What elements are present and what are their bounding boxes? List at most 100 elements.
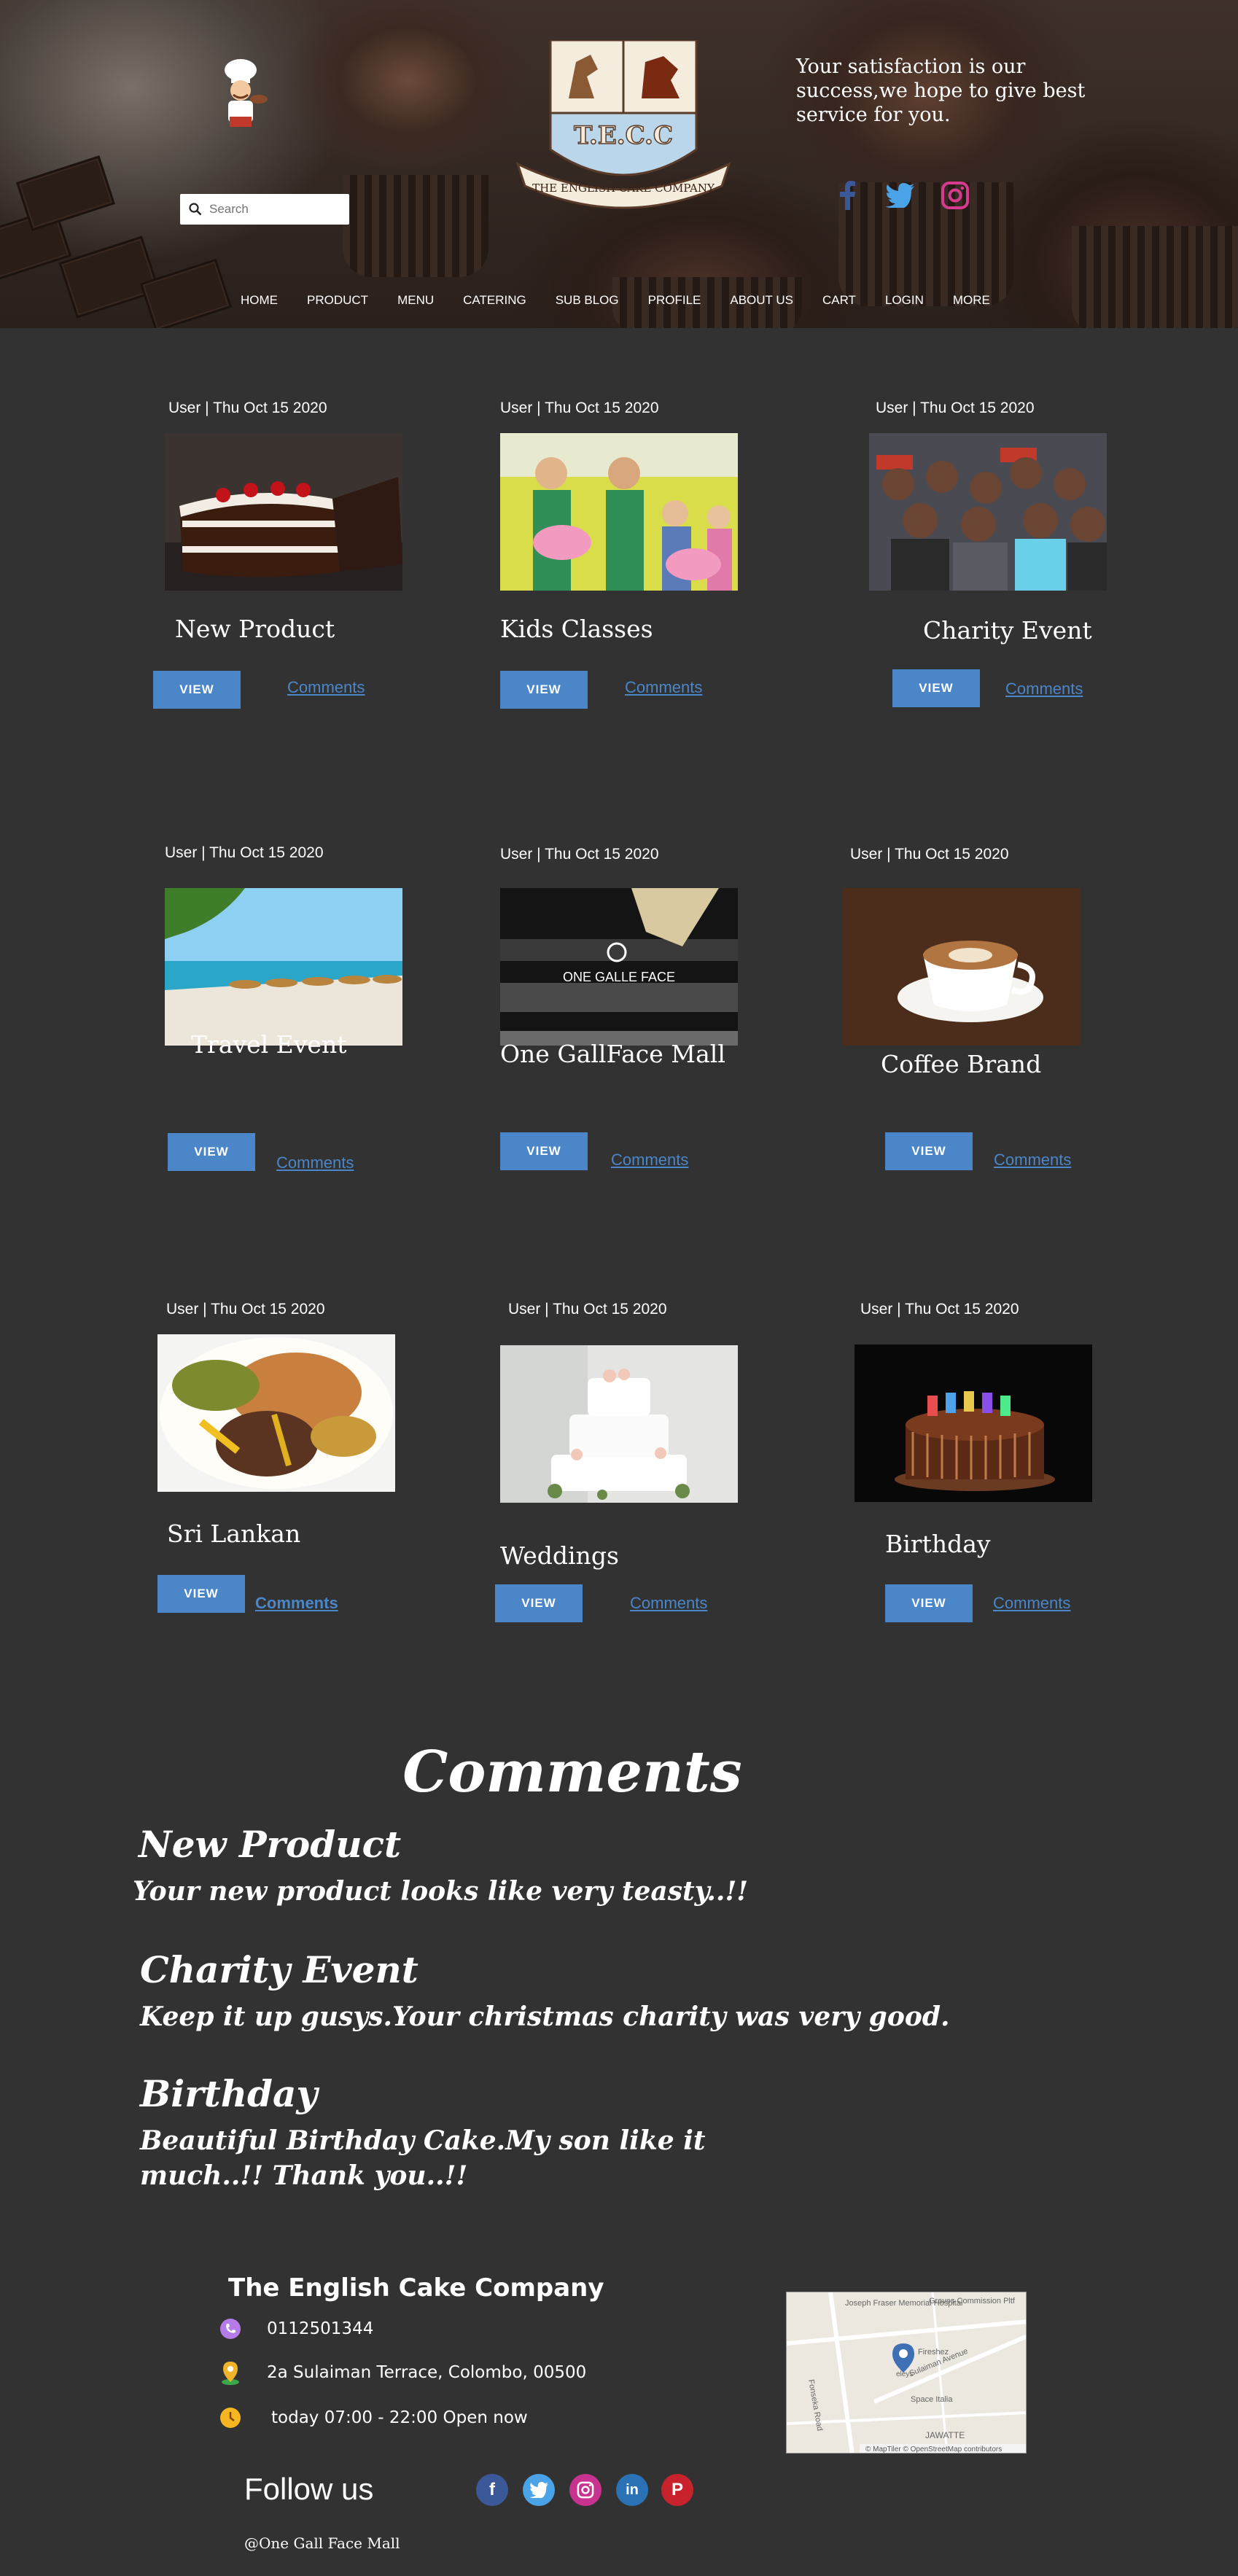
comments-link[interactable]: Comments [1005, 680, 1083, 699]
map-label: Space Italia [911, 2395, 953, 2404]
search-icon [189, 203, 202, 216]
post-title: Kids Classes [500, 615, 653, 643]
comments-link[interactable]: Comments [993, 1594, 1070, 1613]
post-meta: User | Thu Oct 15 2020 [500, 400, 659, 416]
comments-link[interactable]: Comments [630, 1594, 707, 1613]
post-card: User | Thu Oct 15 2020 Travel Event VIEW… [165, 844, 427, 1172]
post-card: User | Thu Oct 15 2020 New Product VIEW … [153, 400, 416, 720]
instagram-icon[interactable] [939, 179, 971, 211]
search-box[interactable] [180, 194, 349, 225]
view-button[interactable]: VIEW [885, 1584, 973, 1622]
address-text: 2a Sulaiman Terrace, Colombo, 00500 [267, 2363, 587, 2382]
post-image-beach[interactable] [165, 888, 402, 1046]
chocolate-bar-decoration [58, 236, 160, 319]
comments-link[interactable]: Comments [255, 1594, 338, 1613]
comment-text: Your new product looks like very teasty.… [133, 1876, 749, 1907]
post-image-mall[interactable]: ONE GALLE FACE [500, 888, 738, 1046]
post-image-rice-curry[interactable] [157, 1334, 395, 1492]
company-logo: T.E.C.C THE ENGLISH CAKE COMPANY [515, 40, 731, 209]
pinterest-icon[interactable]: P [661, 2474, 693, 2506]
post-card: User | Thu Oct 15 2020 Sri Lankan VIEW C… [157, 1301, 420, 1622]
post-card: User | Thu Oct 15 2020 Birthday VIEW Com… [854, 1301, 1117, 1622]
post-meta: User | Thu Oct 15 2020 [500, 846, 659, 863]
facebook-icon[interactable] [831, 179, 863, 211]
post-image-wedding-cake[interactable] [500, 1345, 738, 1503]
comment-title: Birthday [140, 2072, 318, 2115]
search-input[interactable] [209, 202, 340, 217]
view-button[interactable]: VIEW [153, 671, 241, 709]
map-label: Graves Commission Pltf [929, 2297, 1016, 2305]
comments-link[interactable]: Comments [276, 1153, 354, 1172]
location-map[interactable]: Joseph Fraser Memorial Hospital Graves C… [786, 2292, 1027, 2454]
comments-heading: Comments [402, 1739, 742, 1805]
view-button[interactable]: VIEW [500, 671, 588, 709]
contact-hours: today 07:00 - 22:00 Open now [219, 2406, 528, 2429]
comment-title: Charity Event [140, 1948, 418, 1991]
post-image-chocolate-cake[interactable] [165, 433, 402, 591]
post-card: User | Thu Oct 15 2020 Charity Event VIE… [869, 400, 1132, 720]
phone-number[interactable]: 0112501344 [267, 2319, 373, 2338]
phone-icon [219, 2317, 242, 2340]
post-meta: User | Thu Oct 15 2020 [168, 400, 327, 416]
post-card: User | Thu Oct 15 2020 Kids Classes VIEW… [500, 400, 763, 720]
mall-image-text: ONE GALLE FACE [563, 970, 675, 984]
post-title: Birthday [885, 1530, 991, 1558]
post-image-kids-class[interactable] [500, 433, 738, 591]
contact-phone: 0112501344 [219, 2317, 373, 2340]
twitter-icon[interactable] [884, 179, 916, 211]
chocolate-bar-decoration [16, 155, 115, 231]
contact-address: 2a Sulaiman Terrace, Colombo, 00500 [219, 2361, 587, 2385]
map-label: Fireshez [918, 2348, 949, 2357]
main-nav: HOME PRODUCT MENU CATERING SUB BLOG PROF… [241, 293, 1019, 308]
post-card: User | Thu Oct 15 2020 ONE GALLE FACE On… [500, 846, 763, 1170]
nav-cart[interactable]: CART [822, 293, 856, 308]
clock-icon [219, 2406, 242, 2429]
instagram-icon[interactable] [569, 2474, 602, 2506]
comment-text: Beautiful Birthday Cake.My son like it m… [140, 2125, 706, 2191]
post-image-coffee[interactable] [843, 888, 1081, 1046]
post-title: Charity Event [923, 616, 1092, 645]
map-attribution: © MapTiler © OpenStreetMap contributors [865, 2445, 1002, 2454]
view-button[interactable]: VIEW [500, 1132, 588, 1170]
map-label: eleys [896, 2370, 913, 2378]
nav-more[interactable]: MORE [953, 293, 990, 308]
header-banner: T.E.C.C THE ENGLISH CAKE COMPANY Your sa… [0, 0, 1238, 328]
nav-product[interactable]: PRODUCT [307, 293, 368, 308]
post-image-birthday-cake[interactable] [854, 1345, 1092, 1502]
opening-hours: today 07:00 - 22:00 Open now [271, 2408, 528, 2427]
post-meta: User | Thu Oct 15 2020 [876, 400, 1035, 416]
logo-banner-text: THE ENGLISH CAKE COMPANY [532, 182, 715, 195]
nav-about-us[interactable]: ABOUT US [730, 293, 793, 308]
facebook-icon[interactable]: f [476, 2474, 508, 2506]
follow-us-label: Follow us [244, 2472, 374, 2506]
linkedin-icon[interactable]: in [616, 2474, 648, 2506]
post-meta: User | Thu Oct 15 2020 [165, 844, 324, 861]
logo-letters: T.E.C.C [574, 121, 673, 150]
comments-link[interactable]: Comments [287, 678, 365, 697]
twitter-icon[interactable] [523, 2474, 555, 2506]
post-image-charity-group[interactable] [869, 433, 1107, 591]
comments-link[interactable]: Comments [625, 678, 702, 697]
nav-menu[interactable]: MENU [397, 293, 434, 308]
view-button[interactable]: VIEW [168, 1133, 255, 1171]
chocolate-bar-decoration [139, 258, 233, 328]
chef-icon [225, 59, 268, 127]
post-card: User | Thu Oct 15 2020 Coffee Brand VIEW… [843, 846, 1105, 1170]
nav-home[interactable]: HOME [241, 293, 278, 308]
comments-link[interactable]: Comments [994, 1151, 1071, 1170]
nav-login[interactable]: LOGIN [885, 293, 924, 308]
post-card: User | Thu Oct 15 2020 Weddings VIEW Com… [495, 1301, 763, 1622]
view-button[interactable]: VIEW [885, 1132, 973, 1170]
location-pin-icon [219, 2361, 242, 2385]
nav-sub-blog[interactable]: SUB BLOG [556, 293, 619, 308]
nav-catering[interactable]: CATERING [463, 293, 526, 308]
view-button[interactable]: VIEW [495, 1584, 583, 1622]
comments-link[interactable]: Comments [611, 1151, 688, 1170]
post-meta: User | Thu Oct 15 2020 [850, 846, 1009, 863]
post-title: Weddings [500, 1541, 619, 1570]
post-meta: User | Thu Oct 15 2020 [508, 1301, 667, 1318]
post-meta: User | Thu Oct 15 2020 [860, 1301, 1019, 1318]
view-button[interactable]: VIEW [892, 669, 980, 707]
nav-profile[interactable]: PROFILE [648, 293, 701, 308]
view-button[interactable]: VIEW [157, 1575, 245, 1613]
